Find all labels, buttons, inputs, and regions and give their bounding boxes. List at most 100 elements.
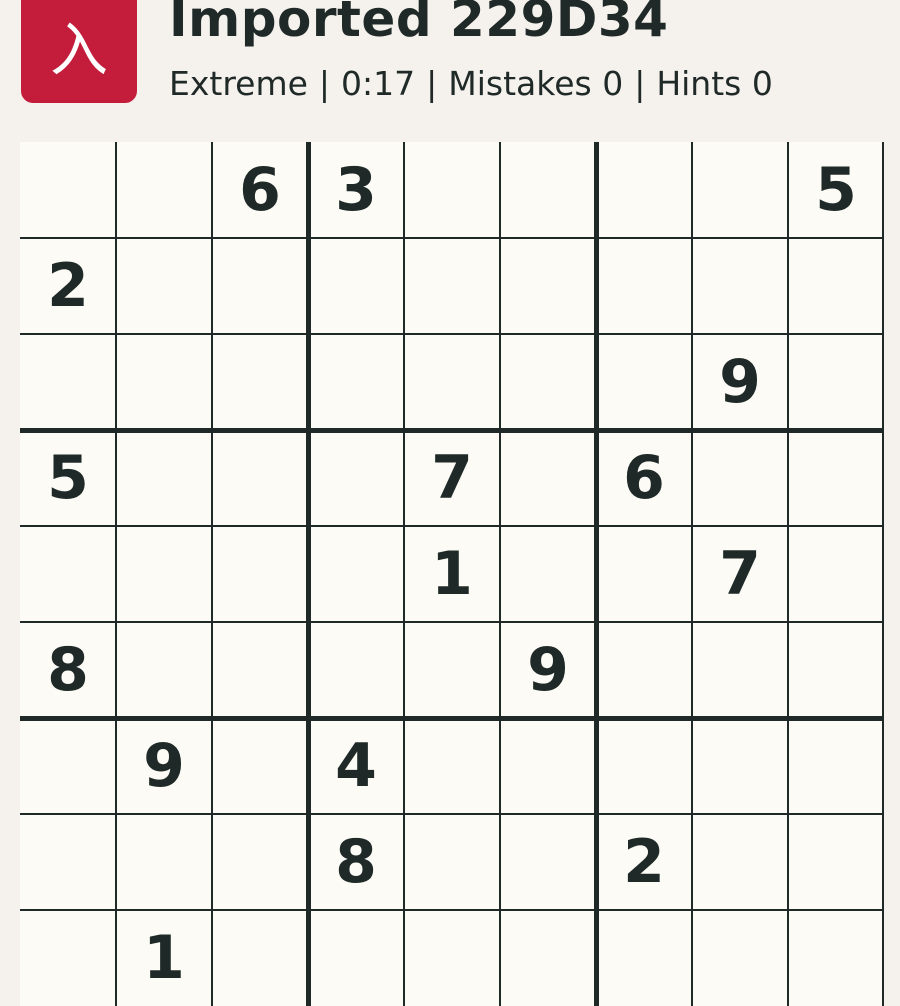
sudoku-cell-r6c8[interactable] bbox=[692, 622, 788, 718]
sudoku-cell-r3c9[interactable] bbox=[788, 334, 884, 430]
sudoku-cell-r1c8[interactable] bbox=[692, 142, 788, 238]
sudoku-cell-r7c3[interactable] bbox=[212, 718, 308, 814]
sudoku-cell-r2c1[interactable]: 2 bbox=[20, 238, 116, 334]
sudoku-board: 63529576178994821 bbox=[20, 142, 884, 1006]
sudoku-cell-r5c9[interactable] bbox=[788, 526, 884, 622]
sudoku-cell-r4c2[interactable] bbox=[116, 430, 212, 526]
sudoku-cell-r5c8[interactable]: 7 bbox=[692, 526, 788, 622]
mistakes-counter: Mistakes 0 bbox=[448, 64, 624, 103]
sudoku-cell-r7c5[interactable] bbox=[404, 718, 500, 814]
sudoku-cell-r4c5[interactable]: 7 bbox=[404, 430, 500, 526]
sudoku-cell-r4c9[interactable] bbox=[788, 430, 884, 526]
sudoku-cell-r8c4[interactable]: 8 bbox=[308, 814, 404, 910]
sudoku-cell-r5c1[interactable] bbox=[20, 526, 116, 622]
box-divider-horizontal bbox=[20, 716, 884, 721]
sudoku-cell-r6c5[interactable] bbox=[404, 622, 500, 718]
sudoku-cell-r9c7[interactable] bbox=[596, 910, 692, 1006]
grid-line-vertical bbox=[499, 142, 501, 1006]
sudoku-cell-r2c8[interactable] bbox=[692, 238, 788, 334]
box-divider-horizontal bbox=[20, 428, 884, 433]
sudoku-cell-r9c6[interactable] bbox=[500, 910, 596, 1006]
sudoku-cell-r8c7[interactable]: 2 bbox=[596, 814, 692, 910]
sudoku-cell-r3c4[interactable] bbox=[308, 334, 404, 430]
sudoku-cell-r5c7[interactable] bbox=[596, 526, 692, 622]
sudoku-cell-r2c6[interactable] bbox=[500, 238, 596, 334]
sudoku-cell-r8c8[interactable] bbox=[692, 814, 788, 910]
sudoku-cell-r7c1[interactable] bbox=[20, 718, 116, 814]
sudoku-cell-r9c5[interactable] bbox=[404, 910, 500, 1006]
sudoku-cell-r6c7[interactable] bbox=[596, 622, 692, 718]
sudoku-cell-r6c6[interactable]: 9 bbox=[500, 622, 596, 718]
sudoku-cell-r5c3[interactable] bbox=[212, 526, 308, 622]
status-separator: | bbox=[426, 64, 438, 103]
sudoku-cell-r7c4[interactable]: 4 bbox=[308, 718, 404, 814]
grid-line-vertical bbox=[115, 142, 117, 1006]
sudoku-cell-r9c3[interactable] bbox=[212, 910, 308, 1006]
sudoku-cell-r4c4[interactable] bbox=[308, 430, 404, 526]
sudoku-cell-r4c6[interactable] bbox=[500, 430, 596, 526]
sudoku-cell-r3c1[interactable] bbox=[20, 334, 116, 430]
sudoku-cell-r1c5[interactable] bbox=[404, 142, 500, 238]
grid-line-horizontal bbox=[20, 525, 884, 527]
sudoku-cell-r9c4[interactable] bbox=[308, 910, 404, 1006]
logo-glyph: 入 bbox=[49, 15, 108, 84]
sudoku-cell-r7c7[interactable] bbox=[596, 718, 692, 814]
sudoku-cell-r5c4[interactable] bbox=[308, 526, 404, 622]
sudoku-cell-r8c5[interactable] bbox=[404, 814, 500, 910]
grid-line-vertical bbox=[691, 142, 693, 1006]
sudoku-cell-r4c7[interactable]: 6 bbox=[596, 430, 692, 526]
hints-counter: Hints 0 bbox=[656, 64, 773, 103]
sudoku-cell-r8c1[interactable] bbox=[20, 814, 116, 910]
status-separator: | bbox=[634, 64, 646, 103]
sudoku-cell-r7c9[interactable] bbox=[788, 718, 884, 814]
sudoku-cell-r2c3[interactable] bbox=[212, 238, 308, 334]
sudoku-cell-r4c1[interactable]: 5 bbox=[20, 430, 116, 526]
sudoku-cell-r8c2[interactable] bbox=[116, 814, 212, 910]
sudoku-cell-r9c2[interactable]: 1 bbox=[116, 910, 212, 1006]
sudoku-cell-r6c9[interactable] bbox=[788, 622, 884, 718]
sudoku-cell-r1c3[interactable]: 6 bbox=[212, 142, 308, 238]
timer: 0:17 bbox=[341, 64, 416, 103]
sudoku-cell-r1c4[interactable]: 3 bbox=[308, 142, 404, 238]
sudoku-cell-r1c9[interactable]: 5 bbox=[788, 142, 884, 238]
sudoku-cell-r8c9[interactable] bbox=[788, 814, 884, 910]
grid-line-horizontal bbox=[20, 333, 884, 335]
sudoku-cell-r2c4[interactable] bbox=[308, 238, 404, 334]
sudoku-cell-r2c9[interactable] bbox=[788, 238, 884, 334]
sudoku-cell-r2c5[interactable] bbox=[404, 238, 500, 334]
app-logo: 入 bbox=[21, 0, 137, 103]
sudoku-cell-r7c8[interactable] bbox=[692, 718, 788, 814]
sudoku-cell-r4c3[interactable] bbox=[212, 430, 308, 526]
sudoku-cell-r3c2[interactable] bbox=[116, 334, 212, 430]
sudoku-cell-r1c6[interactable] bbox=[500, 142, 596, 238]
sudoku-cell-r9c1[interactable] bbox=[20, 910, 116, 1006]
sudoku-cell-r9c9[interactable] bbox=[788, 910, 884, 1006]
sudoku-cell-r3c6[interactable] bbox=[500, 334, 596, 430]
sudoku-cell-r6c3[interactable] bbox=[212, 622, 308, 718]
sudoku-cell-r1c2[interactable] bbox=[116, 142, 212, 238]
sudoku-cell-r5c6[interactable] bbox=[500, 526, 596, 622]
sudoku-cell-r3c5[interactable] bbox=[404, 334, 500, 430]
sudoku-cell-r7c2[interactable]: 9 bbox=[116, 718, 212, 814]
sudoku-cell-r8c6[interactable] bbox=[500, 814, 596, 910]
sudoku-cell-r6c4[interactable] bbox=[308, 622, 404, 718]
sudoku-cell-r9c8[interactable] bbox=[692, 910, 788, 1006]
sudoku-cell-r6c2[interactable] bbox=[116, 622, 212, 718]
sudoku-cell-r3c3[interactable] bbox=[212, 334, 308, 430]
grid-line-vertical bbox=[787, 142, 789, 1006]
sudoku-cell-r2c7[interactable] bbox=[596, 238, 692, 334]
sudoku-cell-r3c7[interactable] bbox=[596, 334, 692, 430]
sudoku-cell-r1c1[interactable] bbox=[20, 142, 116, 238]
sudoku-cell-r2c2[interactable] bbox=[116, 238, 212, 334]
sudoku-cell-r8c3[interactable] bbox=[212, 814, 308, 910]
grid-line-horizontal bbox=[20, 237, 884, 239]
sudoku-cell-r1c7[interactable] bbox=[596, 142, 692, 238]
box-divider-vertical bbox=[306, 142, 311, 1006]
sudoku-cell-r4c8[interactable] bbox=[692, 430, 788, 526]
sudoku-cell-r3c8[interactable]: 9 bbox=[692, 334, 788, 430]
sudoku-cell-r5c2[interactable] bbox=[116, 526, 212, 622]
grid-line-horizontal bbox=[20, 621, 884, 623]
sudoku-cell-r7c6[interactable] bbox=[500, 718, 596, 814]
sudoku-cell-r6c1[interactable]: 8 bbox=[20, 622, 116, 718]
sudoku-cell-r5c5[interactable]: 1 bbox=[404, 526, 500, 622]
